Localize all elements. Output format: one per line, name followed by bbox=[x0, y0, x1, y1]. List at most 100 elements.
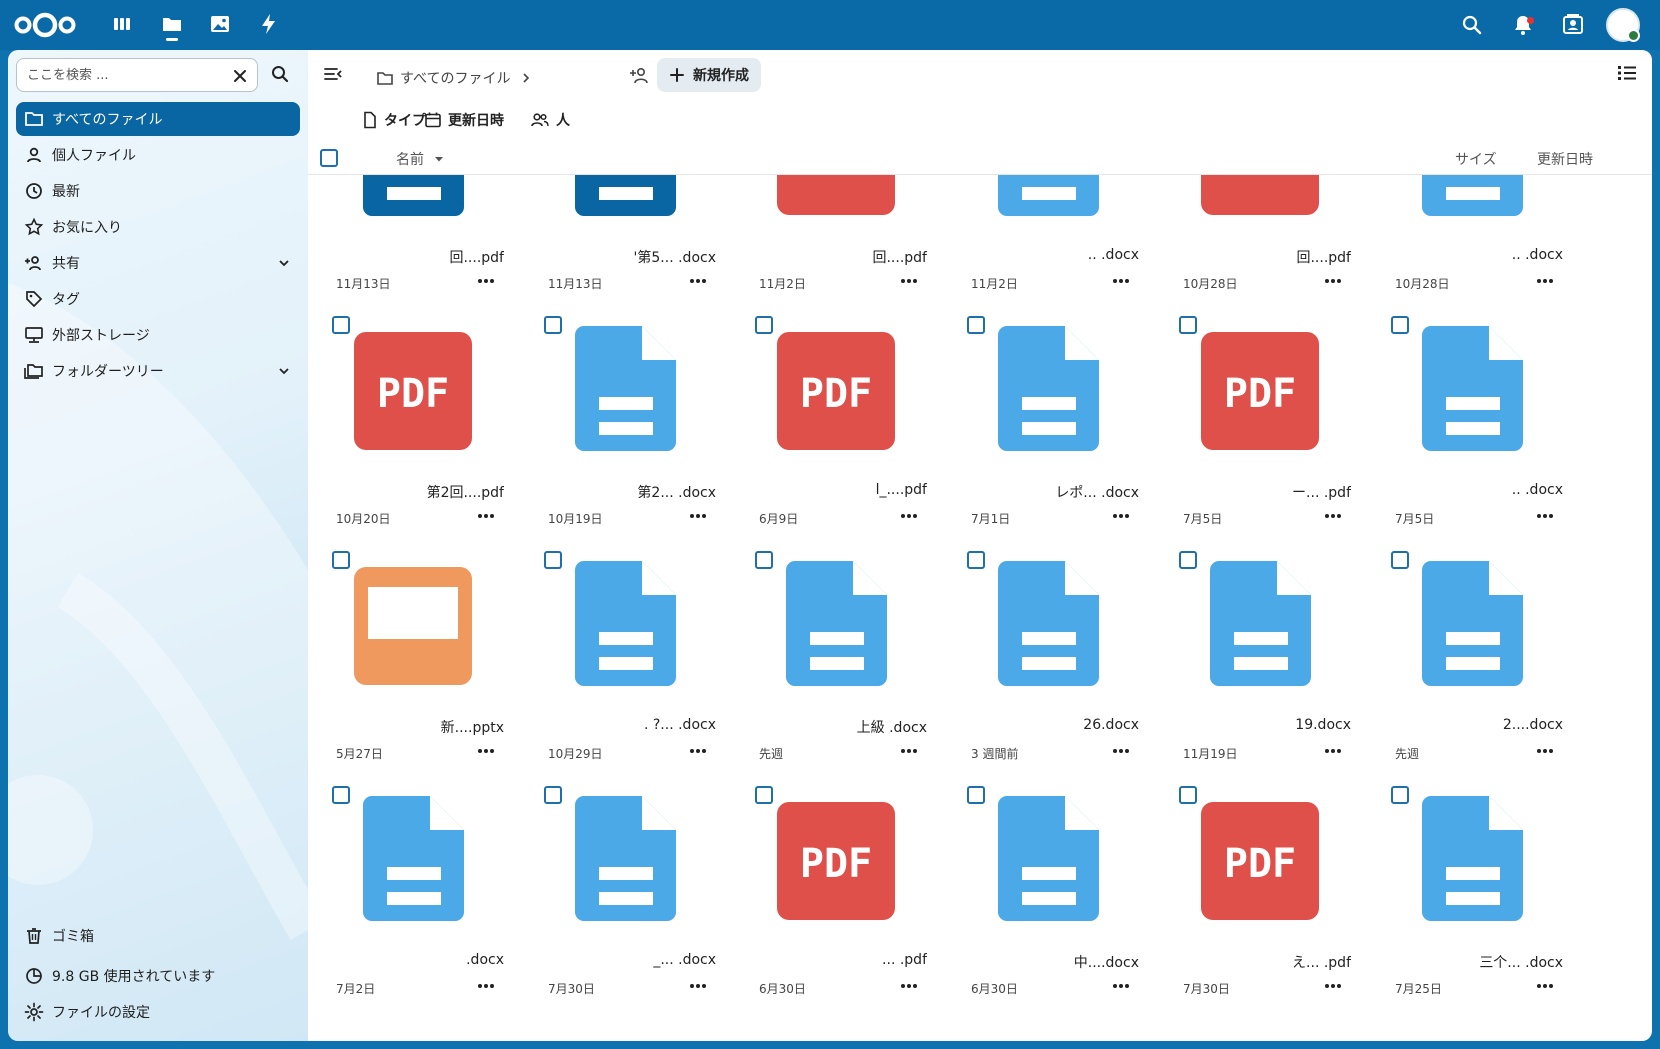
file-name[interactable]: 第2... .docx bbox=[528, 482, 716, 502]
file-tile[interactable]: 第2... .docx 10月19日 bbox=[520, 300, 732, 535]
nav-file-settings[interactable]: ファイルの設定 bbox=[16, 995, 300, 1029]
document-file-icon[interactable] bbox=[528, 175, 724, 240]
more-actions-icon[interactable] bbox=[899, 978, 919, 994]
more-actions-icon[interactable] bbox=[1323, 508, 1343, 524]
file-name[interactable]: 上級 .docx bbox=[739, 717, 927, 737]
file-select-checkbox[interactable] bbox=[544, 316, 562, 334]
file-select-checkbox[interactable] bbox=[755, 786, 773, 804]
search-input[interactable] bbox=[17, 59, 217, 91]
file-select-checkbox[interactable] bbox=[1179, 316, 1197, 334]
nav-recent[interactable]: 最新 bbox=[16, 174, 300, 208]
file-name[interactable]: l_....pdf bbox=[739, 482, 927, 502]
activity-lightning-icon[interactable] bbox=[257, 12, 281, 36]
file-tile[interactable]: PDF ... .pdf 6月30日 bbox=[731, 770, 943, 1005]
file-select-checkbox[interactable] bbox=[1391, 786, 1409, 804]
nextcloud-logo[interactable] bbox=[14, 11, 76, 39]
file-tile[interactable]: 三个... .docx 7月25日 bbox=[1367, 770, 1579, 1005]
nav-personal-files[interactable]: 個人ファイル bbox=[16, 138, 300, 172]
file-name[interactable]: '第5... .docx bbox=[528, 247, 716, 267]
file-tile[interactable]: 2....docx 先週 bbox=[1367, 535, 1579, 770]
file-tile[interactable]: .. .docx 10月28日 bbox=[1367, 175, 1579, 300]
file-select-checkbox[interactable] bbox=[755, 316, 773, 334]
file-select-checkbox[interactable] bbox=[967, 551, 985, 569]
file-name[interactable]: 26.docx bbox=[951, 717, 1139, 737]
file-name[interactable]: _... .docx bbox=[528, 952, 716, 972]
more-actions-icon[interactable] bbox=[899, 743, 919, 759]
toggle-navigation-icon[interactable] bbox=[322, 63, 344, 85]
file-select-checkbox[interactable] bbox=[967, 786, 985, 804]
pdf-file-icon[interactable]: PDF bbox=[739, 175, 935, 240]
sort-by-name[interactable]: 名前 bbox=[396, 147, 446, 171]
file-tile[interactable]: PDF え... .pdf 7月30日 bbox=[1155, 770, 1367, 1005]
dashboard-icon[interactable] bbox=[110, 12, 134, 36]
nav-external-storage[interactable]: 外部ストレージ bbox=[16, 318, 300, 352]
file-tile[interactable]: _... .docx 7月30日 bbox=[520, 770, 732, 1005]
file-select-checkbox[interactable] bbox=[755, 551, 773, 569]
file-select-checkbox[interactable] bbox=[1179, 786, 1197, 804]
file-tile[interactable]: 上級 .docx 先週 bbox=[731, 535, 943, 770]
file-tile[interactable]: .. .docx 7月5日 bbox=[1367, 300, 1579, 535]
document-file-icon[interactable] bbox=[316, 175, 512, 240]
file-name[interactable]: 回....pdf bbox=[739, 247, 927, 267]
file-name[interactable]: .. .docx bbox=[1375, 247, 1563, 267]
file-select-checkbox[interactable] bbox=[332, 316, 350, 334]
file-name[interactable]: え... .pdf bbox=[1163, 952, 1351, 972]
more-actions-icon[interactable] bbox=[1535, 273, 1555, 289]
pdf-file-icon[interactable]: PDF bbox=[1163, 175, 1359, 240]
file-select-checkbox[interactable] bbox=[1391, 551, 1409, 569]
more-actions-icon[interactable] bbox=[1111, 273, 1131, 289]
more-actions-icon[interactable] bbox=[688, 978, 708, 994]
file-tile[interactable]: '第5... .docx 11月13日 bbox=[520, 175, 732, 300]
filter-type[interactable]: タイプ bbox=[362, 106, 426, 134]
file-tile[interactable]: 19.docx 11月19日 bbox=[1155, 535, 1367, 770]
sort-by-modified[interactable]: 更新日時 bbox=[1537, 147, 1593, 171]
file-name[interactable]: 三个... .docx bbox=[1375, 952, 1563, 972]
file-name[interactable]: 新....pptx bbox=[316, 717, 504, 737]
file-name[interactable]: 回....pdf bbox=[316, 247, 504, 267]
nav-shared[interactable]: 共有 bbox=[16, 246, 300, 280]
file-tile[interactable]: 回....pdf 11月13日 bbox=[308, 175, 520, 300]
file-tile[interactable]: .docx 7月2日 bbox=[308, 770, 520, 1005]
chevron-down-icon[interactable] bbox=[276, 363, 292, 379]
page-scrollbar[interactable] bbox=[1652, 50, 1660, 1041]
nav-trash[interactable]: ゴミ箱 bbox=[16, 919, 300, 953]
file-name[interactable]: . ?... .docx bbox=[528, 717, 716, 737]
file-name[interactable]: 第2回....pdf bbox=[316, 482, 504, 502]
list-view-toggle-icon[interactable] bbox=[1615, 61, 1639, 85]
breadcrumb-root[interactable]: すべてのファイル bbox=[400, 68, 510, 88]
search-field[interactable] bbox=[16, 58, 258, 92]
more-actions-icon[interactable] bbox=[1535, 508, 1555, 524]
document-file-icon[interactable] bbox=[951, 175, 1147, 240]
file-name[interactable]: 中....docx bbox=[951, 952, 1139, 972]
nav-tags[interactable]: タグ bbox=[16, 282, 300, 316]
more-actions-icon[interactable] bbox=[1323, 743, 1343, 759]
file-name[interactable]: .. .docx bbox=[951, 247, 1139, 267]
nav-folder-tree[interactable]: フォルダーツリー bbox=[16, 354, 300, 388]
more-actions-icon[interactable] bbox=[688, 743, 708, 759]
notifications-bell-icon[interactable] bbox=[1510, 12, 1536, 38]
more-actions-icon[interactable] bbox=[899, 273, 919, 289]
photos-icon[interactable] bbox=[208, 12, 232, 36]
file-name[interactable]: .. .docx bbox=[1375, 482, 1563, 502]
more-actions-icon[interactable] bbox=[1535, 978, 1555, 994]
contacts-icon[interactable] bbox=[1560, 12, 1586, 38]
file-tile[interactable]: 26.docx 3 週間前 bbox=[943, 535, 1155, 770]
nav-all-files[interactable]: すべてのファイル bbox=[16, 102, 300, 136]
file-tile[interactable]: レポ... .docx 7月1日 bbox=[943, 300, 1155, 535]
more-actions-icon[interactable] bbox=[688, 508, 708, 524]
more-actions-icon[interactable] bbox=[1323, 273, 1343, 289]
file-tile[interactable]: . ?... .docx 10月29日 bbox=[520, 535, 732, 770]
file-tile[interactable]: PDF 第2回....pdf 10月20日 bbox=[308, 300, 520, 535]
more-actions-icon[interactable] bbox=[476, 273, 496, 289]
more-actions-icon[interactable] bbox=[476, 508, 496, 524]
storage-quota[interactable]: 9.8 GB 使用されています bbox=[16, 959, 300, 993]
file-select-checkbox[interactable] bbox=[544, 551, 562, 569]
file-name[interactable]: 2....docx bbox=[1375, 717, 1563, 737]
filter-people[interactable]: 人 bbox=[530, 106, 570, 134]
more-actions-icon[interactable] bbox=[1111, 743, 1131, 759]
file-select-checkbox[interactable] bbox=[1391, 316, 1409, 334]
file-tile[interactable]: .. .docx 11月2日 bbox=[943, 175, 1155, 300]
more-actions-icon[interactable] bbox=[899, 508, 919, 524]
file-tile[interactable]: PDF 回....pdf 10月28日 bbox=[1155, 175, 1367, 300]
search-submit-icon[interactable] bbox=[270, 64, 290, 84]
